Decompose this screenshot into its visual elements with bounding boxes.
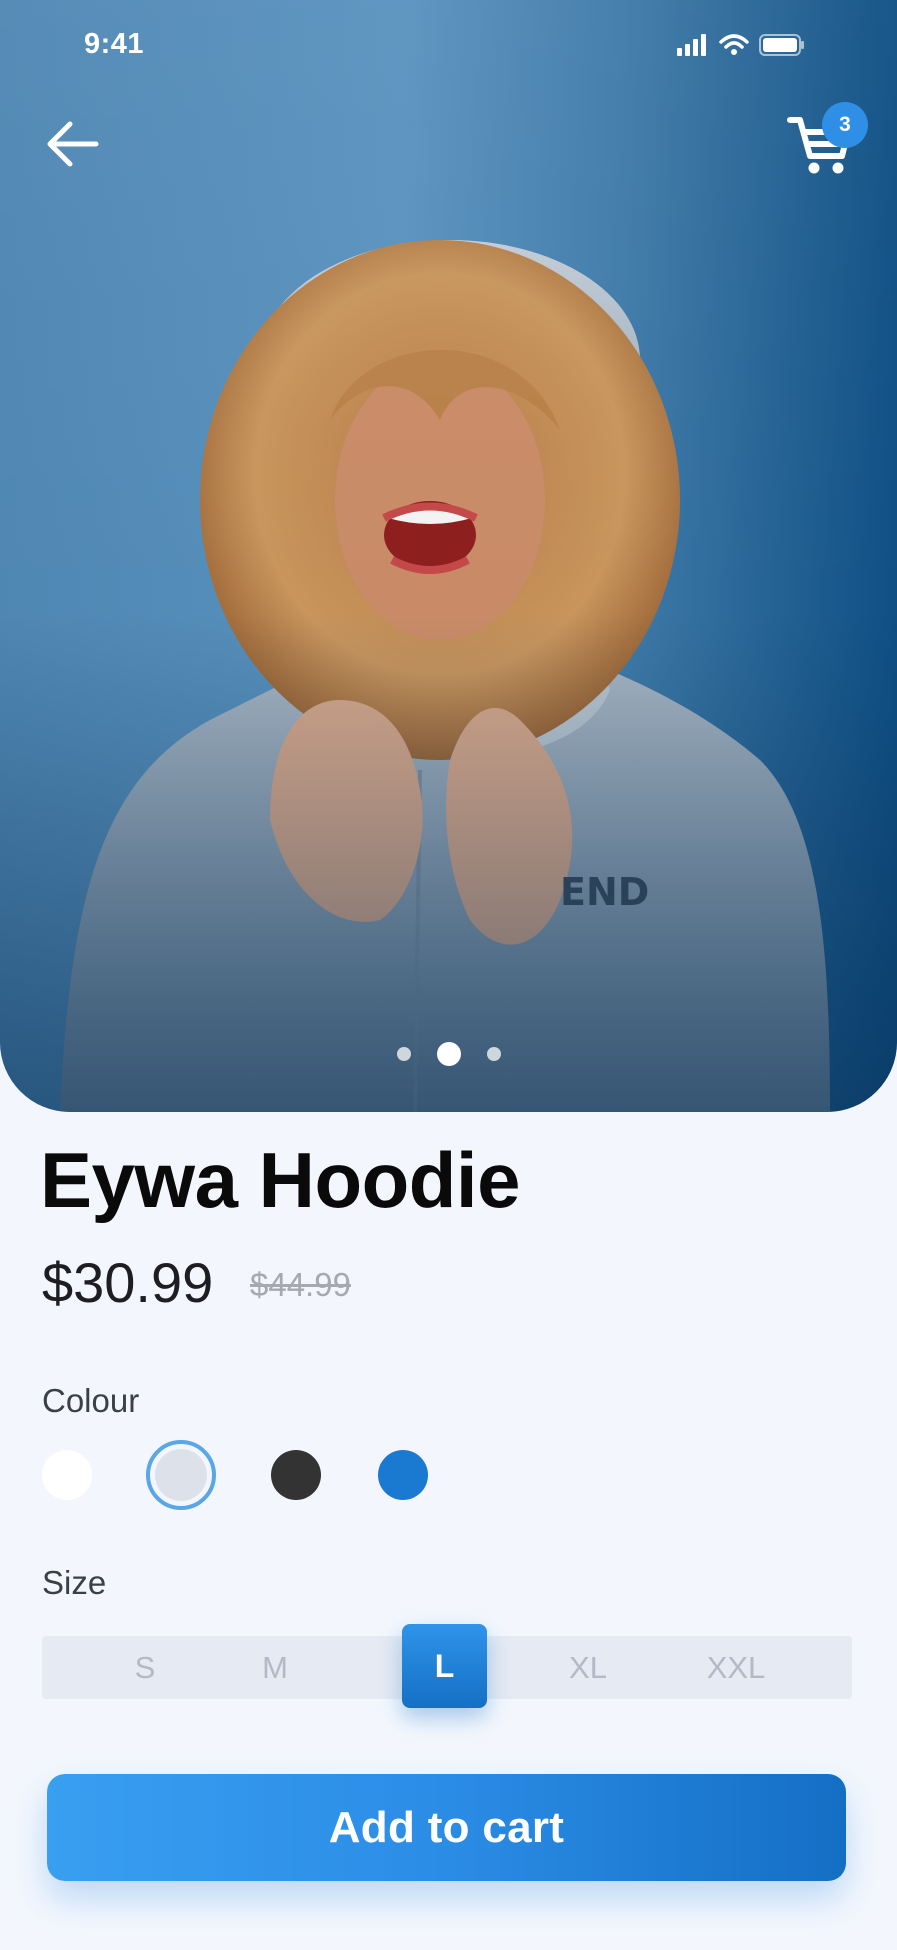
hero-shade xyxy=(0,0,897,1112)
battery-icon xyxy=(759,34,804,56)
colour-swatch-charcoal[interactable] xyxy=(271,1450,321,1500)
colour-swatch-blue[interactable] xyxy=(378,1450,428,1500)
image-pager xyxy=(0,1042,897,1066)
size-option-xxl[interactable]: XXL xyxy=(690,1636,782,1699)
pager-dot-active[interactable] xyxy=(436,1042,461,1066)
size-option-m[interactable]: M xyxy=(240,1636,310,1699)
status-time: 9:41 xyxy=(84,28,145,60)
colour-label: Colour xyxy=(42,1382,140,1419)
status-icons xyxy=(677,34,805,56)
arrow-left-icon xyxy=(47,121,99,167)
add-to-cart-button[interactable]: Add to cart xyxy=(47,1774,846,1881)
product-detail-screen: END 9:41 xyxy=(0,0,897,1950)
product-image-gallery[interactable]: END xyxy=(0,0,897,1112)
cellular-signal-icon xyxy=(677,34,706,56)
size-option-s[interactable]: S xyxy=(110,1636,180,1699)
colour-swatch-white[interactable] xyxy=(42,1450,92,1500)
size-option-l-selected[interactable]: L xyxy=(402,1624,487,1708)
pager-dot[interactable] xyxy=(396,1047,411,1061)
product-price: $30.99 xyxy=(42,1251,214,1314)
colour-swatch-light-grey[interactable] xyxy=(155,1449,207,1501)
product-title: Eywa Hoodie xyxy=(40,1136,520,1224)
product-original-price: $44.99 xyxy=(250,1266,351,1303)
wifi-icon xyxy=(719,34,749,55)
size-label: Size xyxy=(42,1564,107,1601)
back-button[interactable] xyxy=(42,114,102,174)
pager-dot[interactable] xyxy=(486,1047,501,1061)
size-option-xl[interactable]: XL xyxy=(553,1636,623,1699)
cart-count-badge: 3 xyxy=(822,102,868,148)
